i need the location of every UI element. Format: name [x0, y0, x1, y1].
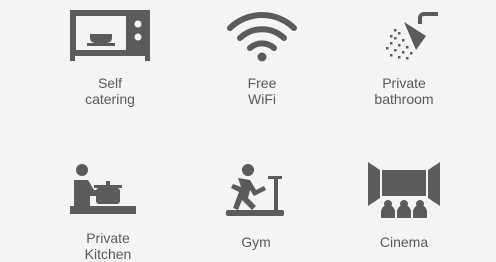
microwave-icon [70, 10, 150, 61]
cinema-icon [368, 162, 440, 218]
amenity-gym: Gym [186, 162, 326, 250]
amenity-label: Private bathroom [374, 75, 434, 107]
kitchen-cook-icon [70, 164, 136, 214]
amenity-private-kitchen: Private Kitchen [38, 162, 178, 262]
shower-icon [386, 12, 438, 60]
amenity-self-catering: Self catering [40, 10, 180, 107]
wifi-icon [227, 12, 297, 62]
amenity-private-bathroom: Private bathroom [334, 10, 474, 107]
amenity-cinema: Cinema [334, 162, 474, 250]
treadmill-icon [226, 164, 284, 216]
amenity-label: Gym [241, 234, 271, 250]
amenity-label: Cinema [379, 234, 429, 250]
amenity-label: Private Kitchen [84, 230, 132, 262]
amenity-free-wifi: Free WiFi [192, 10, 332, 107]
amenity-label: Free WiFi [247, 75, 277, 107]
amenity-label: Self catering [85, 75, 135, 107]
